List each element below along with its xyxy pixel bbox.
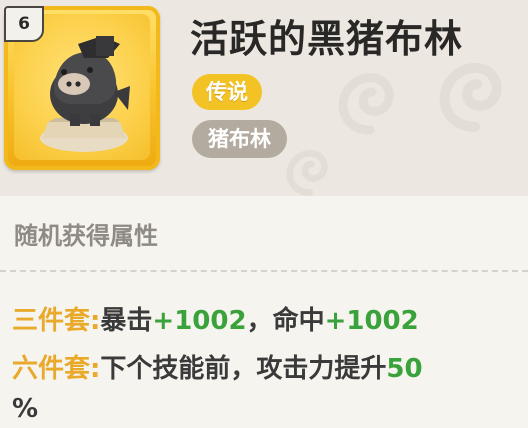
hit-stat-value: +1002 xyxy=(324,306,419,336)
type-badge: 猪布林 xyxy=(192,120,287,158)
attack-bonus-text: 下个技能前，攻击力提升 xyxy=(100,354,387,384)
item-name: 活跃的黑猪布林 xyxy=(190,17,464,61)
hit-stat-label: ，命中 xyxy=(246,306,325,336)
item-header: 6 活跃的黑猪布林 传说 猪布林 xyxy=(0,0,528,196)
crit-stat-value: +1002 xyxy=(152,306,247,336)
set-bonus-6-line: 六件套:下个技能前，攻击力提升50 xyxy=(12,348,423,385)
swirl-decoration-icon xyxy=(338,73,394,135)
attack-bonus-unit: % xyxy=(12,394,39,424)
item-level-badge: 6 xyxy=(4,6,44,42)
set-bonus-3-line: 三件套:暴击+1002，命中+1002 xyxy=(12,300,419,337)
item-icon-frame[interactable]: 6 xyxy=(4,6,160,170)
crit-stat-label: 暴击 xyxy=(100,306,153,336)
swirl-decoration-icon xyxy=(286,149,328,196)
set-bonus-6-label: 六件套: xyxy=(12,354,101,384)
dashed-divider xyxy=(0,270,528,272)
rarity-badge: 传说 xyxy=(192,74,262,110)
section-title: 随机获得属性 xyxy=(14,222,158,250)
attack-bonus-value: 50 xyxy=(386,354,423,384)
set-bonus-3-label: 三件套: xyxy=(12,306,101,336)
